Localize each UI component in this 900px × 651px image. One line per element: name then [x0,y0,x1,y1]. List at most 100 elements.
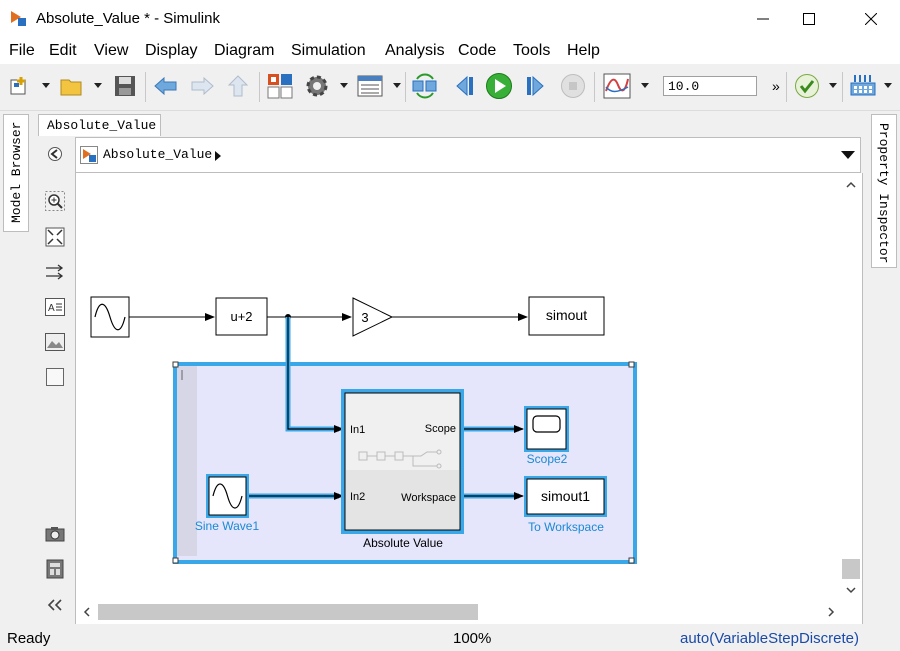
forward-button[interactable] [188,72,216,100]
window-title: Absolute_Value * - Simulink [36,10,220,27]
sine-wave-block[interactable] [90,296,130,338]
library-browser-icon [267,74,293,99]
port-scope: Scope [425,423,456,435]
maximize-button[interactable] [786,0,832,38]
library-browser-button[interactable] [266,72,294,100]
menu-view[interactable]: View [94,42,128,60]
breadcrumb-dropdown-icon[interactable] [841,151,855,160]
open-button[interactable] [58,72,86,100]
svg-text:A: A [48,303,55,314]
step-forward-icon [527,75,544,97]
back-button[interactable] [152,72,180,100]
forward-icon [191,76,214,96]
zoom-icon [45,191,65,211]
scroll-down-icon[interactable] [846,587,856,594]
breadcrumb-model-link[interactable]: Absolute_Value [103,147,212,162]
step-back-button[interactable] [450,72,478,100]
data-inspector-button[interactable] [603,72,631,100]
horizontal-scroll-thumb[interactable] [98,604,478,620]
diagram-canvas[interactable]: u+2 3 simout In1 In2 Scope Workspace Abs… [75,173,863,624]
model-icon [80,146,98,164]
open-icon [60,79,82,96]
scroll-right-icon[interactable] [828,607,835,617]
check-dropdown[interactable] [829,83,837,88]
menu-file[interactable]: File [9,42,35,60]
horizontal-scrollbar[interactable] [76,602,842,622]
toolbar-overflow-button[interactable]: » [772,78,780,94]
menu-bar: File Edit View Display Diagram Simulatio… [0,38,900,64]
model-config-dropdown[interactable] [340,83,348,88]
to-workspace-block[interactable]: simout [528,296,605,336]
scroll-up-icon[interactable] [846,181,856,188]
menu-display[interactable]: Display [145,42,197,60]
collapse-palette-button[interactable] [44,594,66,616]
absolute-value-subsystem[interactable]: In1 In2 Scope Workspace Absolute Value [341,389,464,550]
property-inspector-tab[interactable]: Property Inspector [871,114,897,268]
to-workspace1-block[interactable]: simout1 To Workspace [524,476,607,534]
step-back-icon [456,75,473,97]
toolbar: » [0,64,900,111]
menu-analysis[interactable]: Analysis [385,42,445,60]
save-button[interactable] [111,72,139,100]
fit-view-button[interactable] [44,226,66,248]
close-button[interactable] [848,0,894,38]
status-text: Ready [7,630,51,647]
to-workspace-name: To Workspace [528,520,604,534]
new-model-dropdown[interactable] [42,83,50,88]
model-config-button[interactable] [303,72,331,100]
camera-icon [45,527,65,542]
new-model-icon [10,77,26,95]
new-model-button[interactable] [6,72,34,100]
palette: A [0,138,75,628]
minimize-button[interactable] [740,0,786,38]
area-button[interactable] [44,366,66,388]
build-dropdown[interactable] [884,83,892,88]
check-button[interactable] [793,72,821,100]
port-in1: In1 [350,424,365,436]
diagram[interactable]: u+2 3 simout In1 In2 Scope Workspace Abs… [76,173,862,624]
model-explorer-dropdown[interactable] [393,83,401,88]
fit-view-icon [45,227,65,247]
menu-diagram[interactable]: Diagram [214,42,274,60]
annotation-button[interactable]: A [44,296,66,318]
build-button[interactable] [849,72,877,100]
scope2-block[interactable]: Scope2 [524,406,569,466]
zoom-button[interactable] [44,190,66,212]
simulink-app-icon [11,11,26,26]
back-icon [154,76,177,96]
update-diagram-button[interactable] [411,72,439,100]
menu-simulation[interactable]: Simulation [291,42,366,60]
menu-edit[interactable]: Edit [49,42,77,60]
open-dropdown[interactable] [94,83,102,88]
run-button[interactable] [485,72,513,100]
camera-button[interactable] [44,523,66,545]
run-icon [486,73,512,99]
vertical-scroll-thumb[interactable] [842,559,860,579]
vertical-scrollbar[interactable] [842,173,860,602]
hide-show-button[interactable] [44,143,66,165]
step-forward-button[interactable] [522,72,550,100]
breadcrumb-arrow-icon[interactable] [214,150,222,162]
model-explorer-button[interactable] [356,72,384,100]
menu-code[interactable]: Code [458,42,496,60]
up-icon [227,75,249,97]
scroll-left-icon[interactable] [83,607,90,617]
area-icon [46,368,64,386]
solver-link[interactable]: auto(VariableStepDiscrete) [680,630,859,647]
arrows-button[interactable] [44,261,66,283]
stop-button[interactable] [559,72,587,100]
stop-time-input[interactable] [663,76,757,96]
menu-tools[interactable]: Tools [513,42,550,60]
data-inspector-dropdown[interactable] [641,83,649,88]
gain-block[interactable]: 3 [352,297,394,337]
status-bar: Ready 100% auto(VariableStepDiscrete) [0,628,900,651]
model-config-icon [306,75,328,97]
up-button[interactable] [224,72,252,100]
annotation-icon: A [45,298,65,316]
model-tab[interactable]: Absolute_Value [38,114,161,136]
menu-help[interactable]: Help [567,42,600,60]
image-button[interactable] [44,331,66,353]
fcn-block[interactable]: u+2 [215,297,268,336]
report-icon [46,559,64,579]
report-button[interactable] [44,558,66,580]
